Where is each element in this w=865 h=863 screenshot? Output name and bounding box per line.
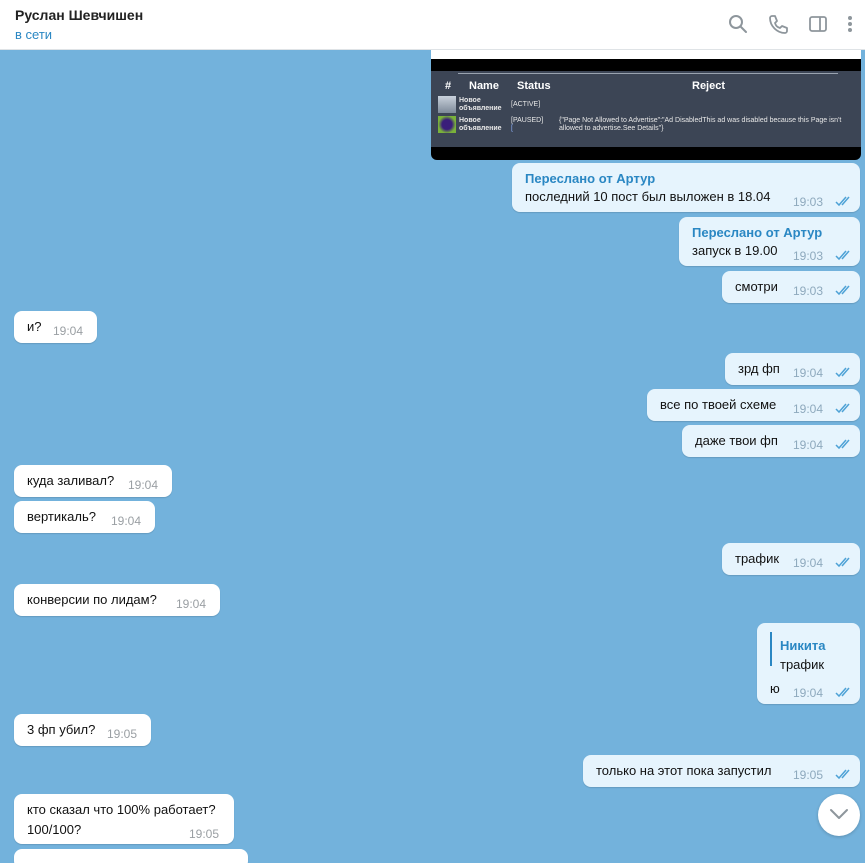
ad-name: Новое объявление	[459, 117, 502, 132]
read-checks-icon	[835, 557, 853, 568]
outgoing-message[interactable]: зрд фп 19:04	[725, 353, 860, 385]
outgoing-message[interactable]: Никита трафик ю 19:04	[757, 623, 860, 704]
outgoing-message[interactable]: все по твоей схеме 19:04	[647, 389, 860, 421]
ad-status: [ACTIVE]	[511, 101, 541, 108]
outgoing-message[interactable]: только на этот пока запустил 19:05	[583, 755, 860, 787]
message-time: 19:03	[793, 249, 824, 263]
search-icon[interactable]	[727, 13, 749, 35]
divider	[458, 73, 838, 74]
ads-table-screenshot: # Name Status Reject Новое объявление [AC…	[431, 71, 861, 147]
incoming-message[interactable]	[14, 849, 248, 863]
message-text: зрд фп	[738, 361, 780, 376]
incoming-message[interactable]: куда заливал? 19:04	[14, 465, 172, 497]
chevron-down-icon	[830, 809, 848, 819]
incoming-message[interactable]: вертикаль? 19:04	[14, 501, 155, 533]
message-text: трафик	[735, 551, 780, 566]
outgoing-message[interactable]: Переслано от Артур запуск в 19.00 19:03	[679, 217, 860, 266]
sidebar-toggle-icon[interactable]	[807, 13, 829, 35]
incoming-message[interactable]: конверсии по лидам? 19:04	[14, 584, 220, 616]
reply-text: трафик	[780, 657, 825, 672]
scroll-to-bottom-button[interactable]	[818, 794, 860, 836]
image-top-strip	[431, 50, 861, 59]
message-time: 19:05	[793, 768, 824, 782]
read-checks-icon	[835, 403, 853, 414]
message-text: конверсии по лидам?	[27, 592, 157, 607]
message-time: 19:04	[176, 597, 207, 611]
outgoing-message[interactable]: смотри 19:03	[722, 271, 860, 303]
ad-thumbnail	[438, 96, 456, 113]
ad-name: Новое объявление	[459, 97, 502, 112]
message-text: и?	[27, 319, 42, 334]
col-header: Name	[469, 80, 499, 92]
message-time: 19:05	[189, 827, 220, 841]
message-time: 19:05	[107, 727, 138, 741]
read-checks-icon	[835, 687, 853, 698]
message-time: 19:04	[793, 686, 824, 700]
ad-thumbnail	[438, 116, 456, 133]
ad-status: [PAUSED][	[511, 117, 544, 132]
read-checks-icon	[835, 196, 853, 207]
more-icon[interactable]	[843, 13, 857, 35]
message-text: ю	[770, 681, 780, 696]
chat-history[interactable]: # Name Status Reject Новое объявление [AC…	[0, 50, 865, 863]
contact-status: в сети	[15, 27, 53, 42]
col-header: Reject	[692, 80, 726, 92]
message-text-line: кто сказал что 100% работает?	[27, 802, 216, 817]
message-text: смотри	[735, 279, 778, 294]
message-time: 19:04	[793, 556, 824, 570]
message-text: все по твоей схеме	[660, 397, 777, 412]
read-checks-icon	[835, 769, 853, 780]
message-time: 19:03	[793, 195, 824, 209]
outgoing-message[interactable]: Переслано от Артур последний 10 пост был…	[512, 163, 860, 212]
message-text: только на этот пока запустил	[596, 763, 772, 778]
message-text: вертикаль?	[27, 509, 96, 524]
col-header: #	[445, 80, 452, 92]
forwarded-from[interactable]: Переслано от Артур	[525, 171, 655, 186]
forwarded-from[interactable]: Переслано от Артур	[692, 225, 822, 240]
message-text: запуск в 19.00	[692, 243, 778, 258]
message-time: 19:04	[793, 366, 824, 380]
message-text-line: 100/100?	[27, 822, 82, 837]
read-checks-icon	[835, 367, 853, 378]
reply-quote-bar	[770, 632, 772, 666]
incoming-message[interactable]: и? 19:04	[14, 311, 97, 343]
message-text: последний 10 пост был выложен в 18.04	[525, 189, 771, 204]
message-time: 19:04	[793, 402, 824, 416]
phone-icon[interactable]	[767, 13, 789, 35]
ad-reject-reason: {"Page Not Allowed to Advertise":"Ad Dis…	[559, 117, 842, 132]
message-text: 3 фп убил?	[27, 722, 96, 737]
message-time: 19:04	[53, 324, 84, 338]
read-checks-icon	[835, 250, 853, 261]
outgoing-message[interactable]: трафик 19:04	[722, 543, 860, 575]
image-message[interactable]: # Name Status Reject Новое объявление [AC…	[431, 50, 861, 160]
incoming-message[interactable]: кто сказал что 100% работает? 100/100? 1…	[14, 794, 234, 844]
message-text: куда заливал?	[27, 473, 115, 488]
message-time: 19:04	[111, 514, 142, 528]
outgoing-message[interactable]: даже твои фп 19:04	[682, 425, 860, 457]
message-time: 19:04	[793, 438, 824, 452]
incoming-message[interactable]: 3 фп убил? 19:05	[14, 714, 151, 746]
chat-header: Руслан Шевчишен в сети	[0, 0, 865, 50]
contact-name[interactable]: Руслан Шевчишен	[15, 7, 143, 23]
col-header: Status	[517, 80, 551, 92]
message-text: даже твои фп	[695, 433, 778, 448]
reply-author[interactable]: Никита	[780, 638, 825, 653]
read-checks-icon	[835, 285, 853, 296]
read-checks-icon	[835, 439, 853, 450]
message-time: 19:03	[793, 284, 824, 298]
message-time: 19:04	[128, 478, 159, 492]
